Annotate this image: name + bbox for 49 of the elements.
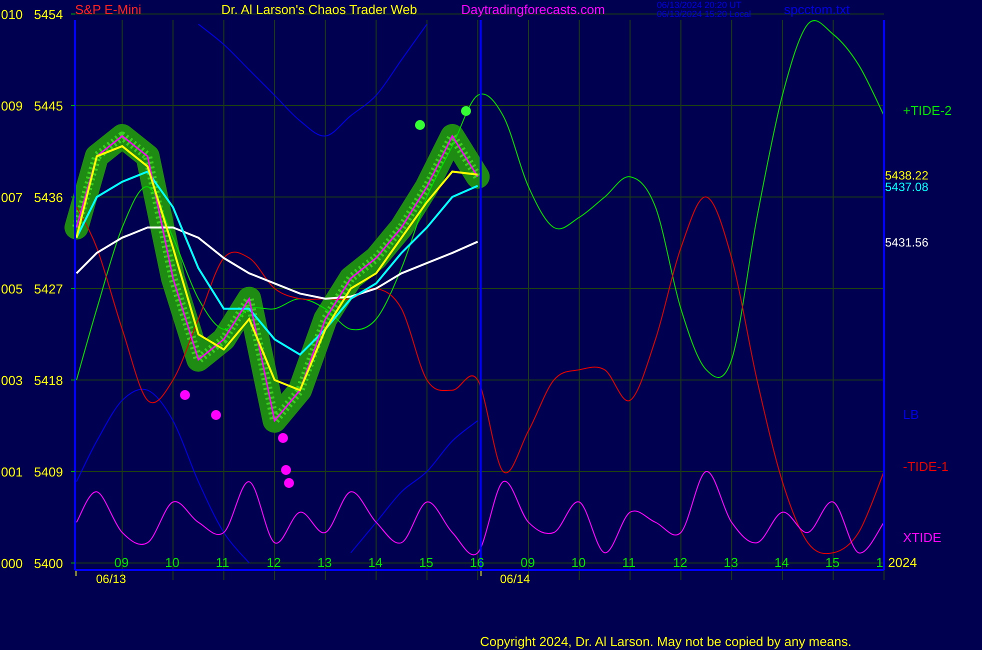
y-axis-label: 5400 <box>34 556 63 571</box>
x-axis-label: 15 <box>825 555 840 570</box>
price-code-label: 000 <box>1 556 23 571</box>
price-code-label: 007 <box>1 190 23 205</box>
price-code-label: 005 <box>1 282 23 296</box>
price-code-label: 010 <box>1 7 23 22</box>
instrument-name: S&P E-Mini <box>75 1 142 17</box>
x-axis-label: 14 <box>368 555 383 570</box>
timestamp-text: 06/13/2024 15:20 Local <box>656 10 751 20</box>
series-label: -TIDE-1 <box>903 459 948 474</box>
x-axis-label: 15 <box>418 555 434 570</box>
x-axis-label: 10 <box>165 555 180 570</box>
y-axis-label: 5436 <box>34 190 63 205</box>
turn-point-dot-drawing <box>461 106 471 116</box>
x-axis-label: 14 <box>774 555 789 570</box>
date-label: 06/14 <box>500 572 530 586</box>
price-code-label: 009 <box>1 98 23 114</box>
file-name: spcctom.txt <box>784 1 850 17</box>
site-link[interactable]: Daytradingforecasts.com <box>461 0 605 17</box>
date-label: 06/13 <box>96 572 126 586</box>
x-axis-label: 1 <box>876 555 884 570</box>
x-axis-label: 11 <box>216 555 230 570</box>
series-label: +TIDE-2 <box>903 103 952 118</box>
series-label: LB <box>903 407 919 422</box>
x-axis-label: 09 <box>114 555 129 570</box>
copyright-text: Copyright 2024, Dr. Al Larson. May not be copied by any means. <box>480 634 852 649</box>
price-code-label: 001 <box>1 464 23 480</box>
y-axis-label: 5418 <box>34 373 63 388</box>
turn-point-dot-drawing <box>211 410 221 420</box>
x-axis-label: 12 <box>672 555 688 570</box>
value-readout: 5431.56 <box>885 236 928 250</box>
y-axis-label: 5427 <box>34 282 63 296</box>
year-label: 2024 <box>888 555 917 570</box>
x-axis-label: 12 <box>266 555 282 570</box>
turn-point-dot-drawing <box>415 120 425 130</box>
y-axis-label: 5454 <box>34 7 63 22</box>
x-axis-label: 10 <box>571 555 586 570</box>
chart-title: Dr. Al Larson's Chaos Trader Web <box>221 1 418 17</box>
price-code-label: 003 <box>1 373 23 388</box>
x-axis-label: 13 <box>724 555 738 570</box>
turn-point-dot-drawing <box>180 390 190 400</box>
x-axis-label: 09 <box>520 555 535 570</box>
turn-point-dot-drawing <box>278 433 288 443</box>
x-axis-label: 11 <box>622 555 636 570</box>
x-axis-label: 13 <box>317 555 332 570</box>
y-axis-label: 5445 <box>34 98 63 114</box>
y-axis-label: 5409 <box>34 464 63 480</box>
series-label: XTIDE <box>903 530 942 545</box>
timestamp-text: 06/13/2024 20:20 UT <box>656 1 742 10</box>
